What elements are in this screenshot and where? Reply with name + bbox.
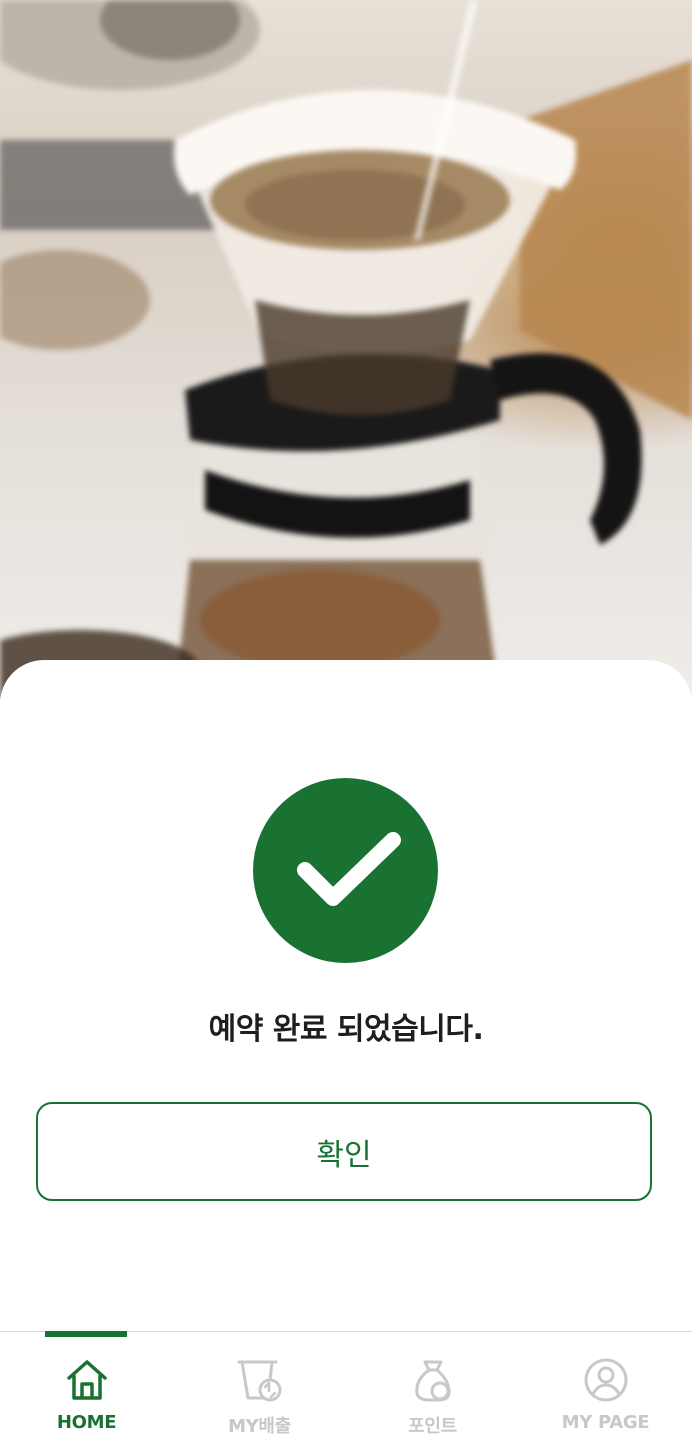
user-icon: [582, 1356, 630, 1404]
point-bag-icon: [409, 1356, 457, 1404]
nav-item-my-disposal[interactable]: MY배출: [173, 1332, 346, 1441]
nav-item-my-page[interactable]: MY PAGE: [519, 1332, 692, 1441]
completion-sheet: 예약 완료 되었습니다. 확인: [0, 660, 692, 1332]
nav-label-points: 포인트: [408, 1416, 457, 1437]
bottom-nav: HOME MY배출 포인트 MY PAGE: [0, 1331, 692, 1441]
nav-item-points[interactable]: 포인트: [346, 1332, 519, 1441]
nav-label-my-page: MY PAGE: [561, 1412, 650, 1433]
active-indicator: [45, 1331, 127, 1337]
nav-label-my-disposal: MY배출: [228, 1416, 291, 1437]
check-icon: [297, 832, 401, 906]
background-photo: [0, 0, 692, 700]
success-badge: [253, 778, 438, 963]
home-icon: [63, 1356, 111, 1404]
recycle-bin-icon: [236, 1356, 284, 1404]
nav-item-home[interactable]: HOME: [0, 1331, 173, 1441]
completion-message: 예약 완료 되었습니다.: [208, 1012, 484, 1047]
coffee-dripper-image: [0, 0, 692, 700]
confirm-button[interactable]: 확인: [36, 1102, 652, 1201]
nav-label-home: HOME: [56, 1412, 117, 1433]
